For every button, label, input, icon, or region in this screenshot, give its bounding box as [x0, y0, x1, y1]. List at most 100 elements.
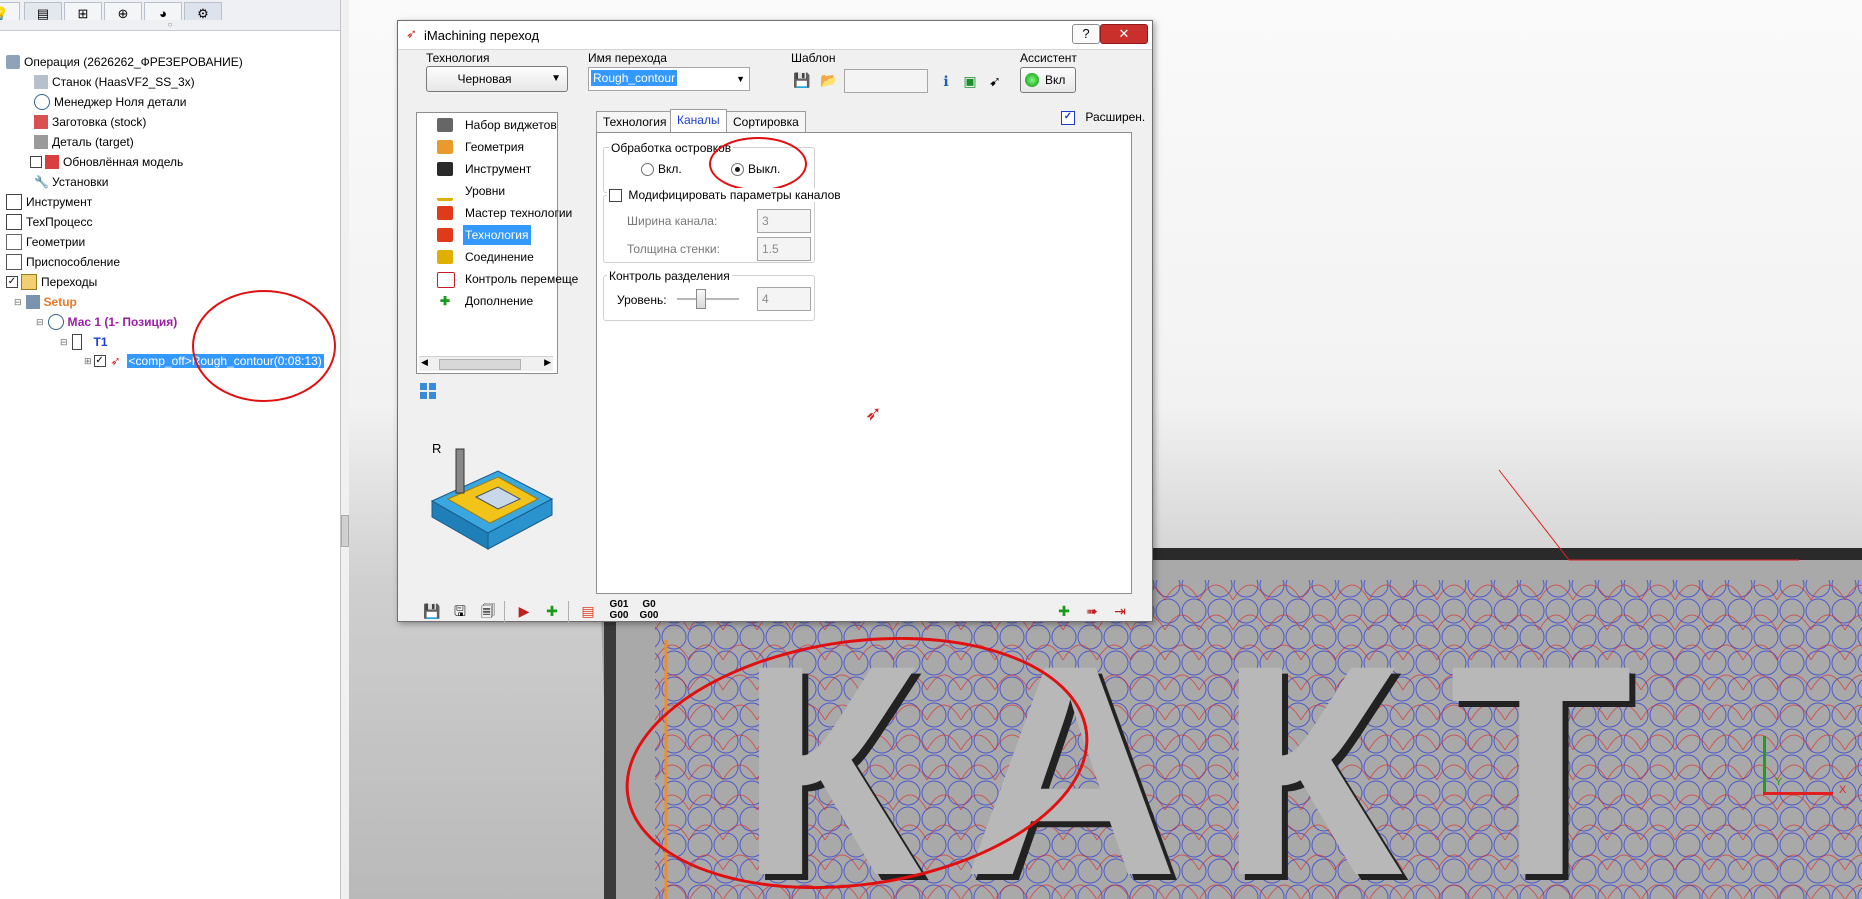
machine-icon: [34, 74, 48, 89]
tree-fixture[interactable]: Приспособление: [6, 252, 120, 270]
info-icon[interactable]: ℹ: [935, 70, 957, 92]
tree-zero-manager[interactable]: Менеджер Ноля детали: [34, 92, 186, 110]
add-simulate-icon[interactable]: ✚: [540, 599, 564, 623]
splitter-handle[interactable]: [341, 515, 349, 547]
folder-icon: [21, 273, 37, 290]
separation-group-label: Контроль разделения: [607, 269, 732, 283]
transitions-checkbox[interactable]: ✓: [6, 275, 18, 288]
tree-transitions[interactable]: ✓ Переходы: [6, 272, 97, 290]
technology-icon: [437, 228, 453, 242]
nav-horizontal-scrollbar[interactable]: ◀ ▶: [419, 356, 553, 371]
save-all-icon[interactable]: 🗐: [476, 599, 500, 623]
zero-icon: [34, 93, 50, 110]
save-icon[interactable]: 💾: [420, 599, 444, 623]
levels-icon: [437, 184, 453, 201]
chevron-down-icon: ▼: [736, 74, 745, 84]
tab-strip: Технология Каналы Сортировка: [596, 109, 806, 133]
level-input[interactable]: 4: [757, 287, 811, 311]
g01-button[interactable]: G01 G00: [606, 599, 632, 623]
save-calc-icon[interactable]: 🖫: [448, 599, 472, 623]
wrench-icon: 🔧: [34, 174, 49, 189]
fixture-icon: [6, 253, 22, 270]
view-icon[interactable]: ▣: [959, 70, 981, 92]
modify-channels-label: Модифицировать параметры каналов: [628, 188, 841, 202]
transition-name-label: Имя перехода: [588, 51, 667, 65]
channel-width-label: Ширина канала:: [627, 214, 718, 228]
comp-checkbox[interactable]: ✓: [93, 354, 106, 367]
imachining-dialog: ➶ iMachining переход ? ✕ Технология Черн…: [397, 20, 1153, 623]
layers-icon[interactable]: ▤: [576, 599, 600, 623]
radio-on[interactable]: Вкл.: [641, 162, 682, 177]
help-button[interactable]: ?: [1072, 24, 1100, 44]
assistant-led-icon: [1025, 73, 1039, 87]
assistant-toggle[interactable]: Вкл: [1020, 67, 1076, 93]
nav-tree: Набор виджетов Геометрия Инструмент Уров…: [416, 112, 578, 374]
tree-geometries[interactable]: Геометрии: [6, 232, 85, 250]
save-template-icon[interactable]: 💾: [791, 69, 813, 91]
imachining-icon: ➶: [406, 26, 417, 41]
toolbar-divider: [504, 601, 505, 623]
assistant-label: Ассистент: [1020, 51, 1077, 65]
tab-channels[interactable]: Каналы: [670, 109, 727, 133]
panel-grip[interactable]: ○: [0, 20, 340, 30]
tree-tool[interactable]: Инструмент: [6, 192, 92, 210]
extended-toggle[interactable]: ✓ Расширен.: [1061, 110, 1145, 125]
tree-techprocess[interactable]: ТехПроцесс: [6, 212, 92, 230]
preview-illustration: R: [428, 441, 556, 551]
channel-width-input[interactable]: 3: [757, 209, 811, 233]
axis-x-label: X: [1839, 784, 1847, 796]
gauge-icon: [437, 118, 453, 132]
motion-icon: [437, 272, 455, 288]
simulate-icon[interactable]: ▶: [512, 599, 536, 623]
pick-icon[interactable]: ➹: [984, 70, 1006, 92]
radio-on-dot[interactable]: [641, 163, 654, 177]
link-icon: [437, 250, 453, 264]
axis-x-line: [1763, 792, 1833, 795]
exit-icon[interactable]: ⇥: [1108, 599, 1132, 623]
dialog-title: iMachining переход: [424, 28, 540, 43]
tree-machine[interactable]: Станок (HaasVF2_SS_3x): [34, 72, 195, 90]
template-input[interactable]: [844, 69, 928, 93]
tree-setups[interactable]: 🔧 Установки: [34, 172, 108, 190]
tool-t1-icon: [71, 333, 82, 350]
technology-value: Черновая: [457, 72, 512, 86]
tree-target[interactable]: Деталь (target): [34, 132, 134, 150]
add-transition-icon[interactable]: ✚: [1052, 599, 1076, 623]
tree-operation[interactable]: Операция (2626262_ФРЕЗЕРОВАНИЕ): [6, 52, 243, 70]
tab-technology[interactable]: Технология: [596, 111, 674, 132]
operation-icon: [6, 54, 20, 69]
tab-sorting[interactable]: Сортировка: [726, 111, 806, 132]
save-exit-icon[interactable]: ➠: [1080, 599, 1104, 623]
red-lead-line: [1498, 469, 1799, 561]
scroll-left-icon[interactable]: ◀: [421, 357, 428, 368]
annotation-circle-radio: [709, 137, 807, 191]
tree-mac1[interactable]: ⊟ Мас 1 (1- Позиция): [36, 312, 177, 330]
dialog-titlebar[interactable]: ➶ iMachining переход ? ✕: [398, 21, 1152, 50]
modify-channels-toggle[interactable]: Модифицировать параметры каналов: [607, 188, 843, 203]
technology-combo[interactable]: Черновая ▼: [426, 66, 568, 92]
tree-updated-model[interactable]: Обновлённая модель: [30, 152, 183, 170]
radio-on-label: Вкл.: [658, 162, 682, 176]
tree-t1[interactable]: ⊟ T1: [60, 332, 108, 350]
close-button[interactable]: ✕: [1100, 24, 1148, 44]
open-template-icon[interactable]: 📂: [818, 69, 840, 91]
transition-name-input[interactable]: Rough_contour ▼: [588, 67, 750, 91]
tree-stock[interactable]: Заготовка (stock): [34, 112, 146, 130]
scroll-right-icon[interactable]: ▶: [544, 357, 551, 368]
g00-button[interactable]: G0 G00: [636, 599, 662, 623]
wall-thickness-input[interactable]: 1.5: [757, 237, 811, 261]
level-label: Уровень:: [617, 293, 667, 307]
plus-icon: ✚: [439, 294, 451, 308]
scroll-thumb[interactable]: [439, 359, 521, 370]
modify-channels-checkbox[interactable]: [609, 189, 622, 203]
left-tab-strip: 💡 ▤ ⊞ ⊕ ◕ ⚙: [0, 0, 340, 26]
stock-icon: [34, 114, 48, 129]
channels-panel: Обработка островков Вкл. Выкл. Модифицир…: [596, 132, 1132, 594]
tree-setup[interactable]: ⊟ Setup: [14, 292, 77, 310]
updated-model-checkbox[interactable]: [30, 155, 42, 168]
chevron-down-icon: ▼: [551, 73, 561, 84]
grid-view-icon[interactable]: [420, 383, 438, 401]
extended-checkbox[interactable]: ✓: [1061, 110, 1075, 125]
level-slider-track[interactable]: [677, 298, 739, 300]
level-slider-thumb[interactable]: [696, 289, 706, 309]
